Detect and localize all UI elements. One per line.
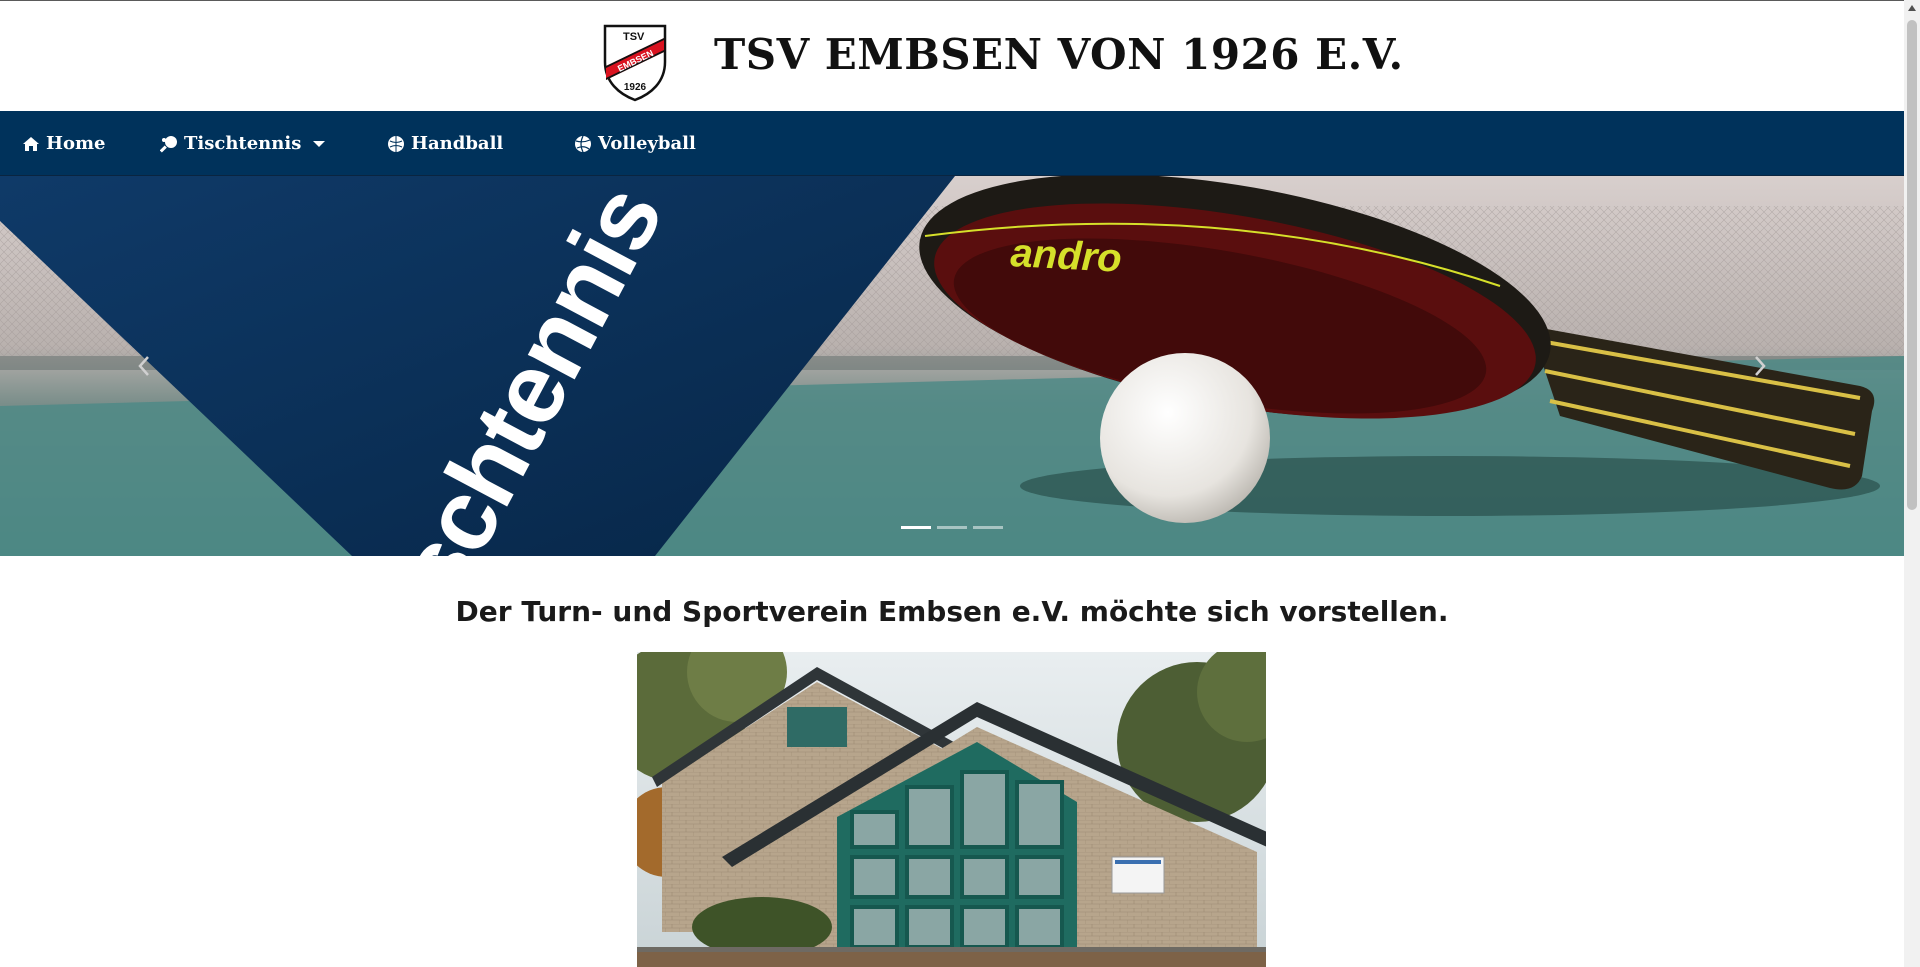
carousel-indicator-3[interactable] — [973, 526, 1003, 529]
hero-carousel: andro Tischtennis — [0, 176, 1904, 556]
volleyball-icon — [574, 135, 592, 153]
scrollbar-thumb[interactable] — [1907, 20, 1917, 510]
page: TSV EMBSEN 1926 TSV EMBSEN VON 1926 E.V.… — [0, 0, 1904, 967]
site-title: TSV EMBSEN VON 1926 E.V. — [714, 30, 1404, 79]
nav-item-label: Handball — [411, 133, 504, 154]
home-icon — [22, 136, 40, 152]
nav-item-home[interactable]: Home — [22, 111, 106, 176]
table-tennis-photo: andro — [0, 176, 1904, 556]
page-scrollbar[interactable] — [1904, 0, 1920, 967]
nav-item-label: Home — [46, 133, 106, 154]
logo-top-text: TSV — [623, 31, 645, 43]
logo-year-text: 1926 — [624, 82, 647, 93]
carousel-indicators — [901, 526, 1003, 529]
nav-item-label: Volleyball — [598, 133, 696, 154]
main-navbar: Home Tischtennis Handball Volleyball — [0, 111, 1904, 176]
chevron-left-icon — [138, 356, 149, 376]
carousel-prev-button[interactable] — [114, 336, 174, 396]
carousel-indicator-2[interactable] — [937, 526, 967, 529]
sports-hall-photo — [637, 652, 1266, 967]
carousel-indicator-1[interactable] — [901, 526, 931, 529]
nav-item-handball[interactable]: Handball — [387, 111, 503, 176]
table-tennis-icon — [160, 135, 178, 153]
scroll-up-icon[interactable] — [1904, 0, 1920, 16]
racket-brand-text: andro — [1010, 231, 1123, 281]
chevron-down-icon — [313, 140, 326, 147]
nav-item-volleyball[interactable]: Volleyball — [574, 111, 696, 176]
intro-heading: Der Turn- und Sportverein Embsen e.V. mö… — [455, 595, 1449, 628]
carousel-next-button[interactable] — [1730, 336, 1790, 396]
club-logo[interactable]: TSV EMBSEN 1926 — [601, 22, 669, 102]
nav-item-tischtennis[interactable]: Tischtennis — [160, 111, 326, 176]
site-header: TSV EMBSEN 1926 TSV EMBSEN VON 1926 E.V. — [0, 2, 1904, 111]
chevron-right-icon — [1755, 356, 1766, 376]
nav-item-label: Tischtennis — [184, 133, 302, 154]
handball-icon — [387, 135, 405, 153]
